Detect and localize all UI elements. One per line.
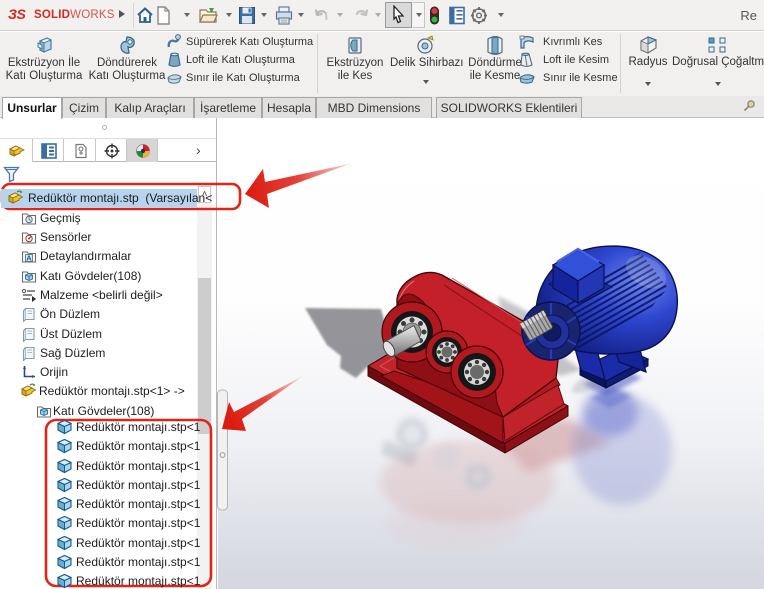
svg-text:A: A bbox=[26, 254, 32, 263]
